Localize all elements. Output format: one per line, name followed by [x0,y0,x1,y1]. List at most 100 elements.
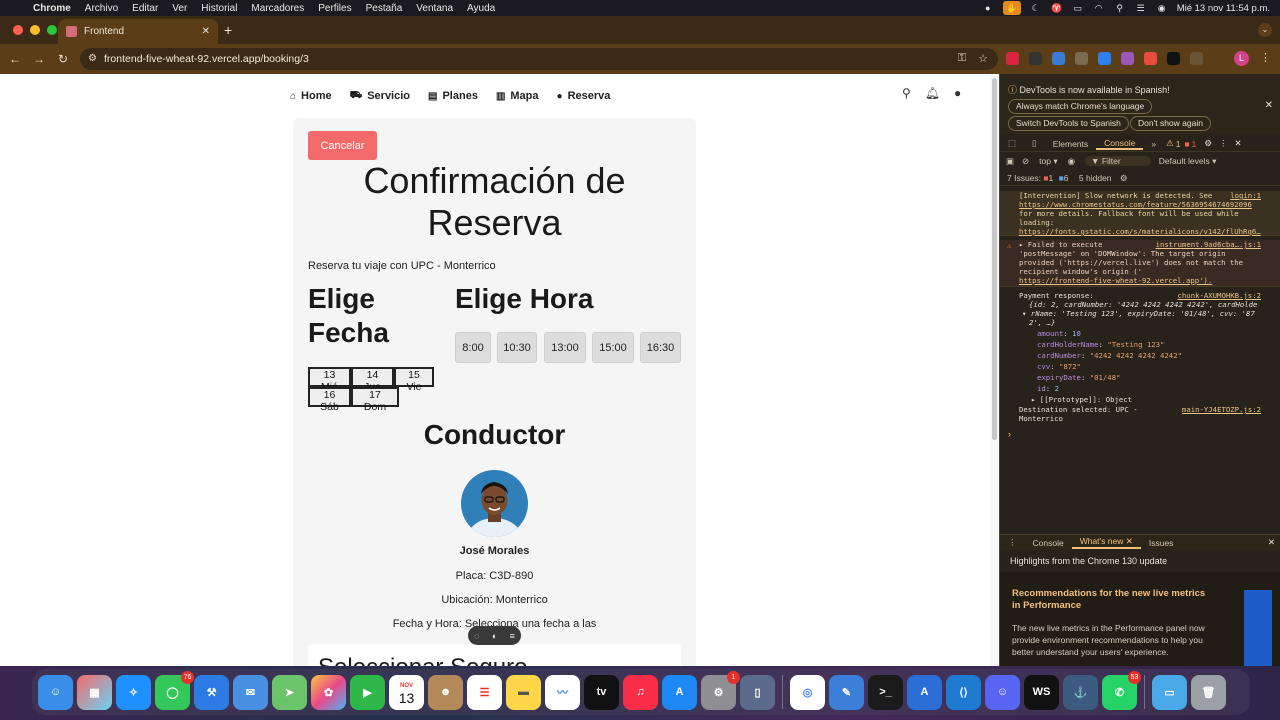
nav-servicio[interactable]: ⛟ Servicio [350,88,410,104]
object-field[interactable]: amount: 10 [1019,329,1277,338]
youtube-extension-icon[interactable] [1006,52,1019,65]
whatsapp-icon[interactable]: ✆ 53 [1102,670,1141,710]
airplay-icon[interactable]: ♈ [1051,3,1063,13]
notes-icon[interactable]: ▬ [506,674,541,710]
extension-icon[interactable] [1075,52,1088,65]
sidebar-toggle-icon[interactable]: ▣ [1006,156,1014,167]
date-option[interactable]: 17 Dom [351,387,399,413]
back-icon[interactable]: ← [3,52,27,66]
close-window-icon[interactable] [13,25,23,35]
console-prompt[interactable]: › [1008,429,1011,439]
url-text[interactable]: frontend-five-wheat-92.vercel.app/bookin… [104,53,309,65]
clear-console-icon[interactable]: ⊘ [1022,156,1029,167]
drawer-menu-icon[interactable]: ⋮ [1000,537,1025,548]
discord-icon[interactable]: ☺ [985,674,1020,710]
menu-pestana[interactable]: Pestaña [359,3,410,14]
extension-icon[interactable] [1144,52,1157,65]
close-tab-icon[interactable]: ✕ [202,26,210,37]
context-select[interactable]: top ▾ [1039,156,1057,167]
messages-icon[interactable]: ◯ 76 [155,670,194,710]
browser-tab-frontend[interactable]: Frontend ✕ [58,19,218,44]
search-icon[interactable]: ⚲ [902,86,911,100]
maps-icon[interactable]: ➤ [272,674,307,710]
whats-new-title[interactable]: Recommendations for the new live metrics… [1012,588,1212,612]
log-levels-select[interactable]: Default levels ▾ [1159,156,1217,167]
chrome-menu-icon[interactable]: ⋮ [1260,51,1271,64]
devtools-menu-icon[interactable]: ⋮ [1219,138,1228,149]
extension-icon[interactable] [1167,52,1180,65]
menu-chrome[interactable]: Chrome [26,3,78,14]
xcode-icon[interactable]: ⚒ [194,674,229,710]
mail-icon[interactable]: ✉ [233,674,268,710]
log-source-link[interactable]: main-YJ4ETOZP.js:2 [1182,405,1261,414]
scrollbar-thumb[interactable] [992,78,997,440]
log-link[interactable]: https://frontend-five-wheat-92.vercel.ap… [1019,276,1277,285]
record-icon[interactable]: ● [982,3,994,13]
close-devtools-icon[interactable]: ✕ [1234,138,1241,149]
close-drawer-icon[interactable]: ✕ [1268,537,1275,548]
maximize-window-icon[interactable] [47,25,57,35]
vscode-icon[interactable]: ⟨⟩ [946,674,981,710]
time-option[interactable]: 15:00 [592,332,634,363]
page-scrollbar[interactable] [990,74,999,666]
nav-mapa[interactable]: ▥ Mapa [496,88,539,104]
moon-icon[interactable]: ☾ [1030,3,1042,13]
date-option[interactable]: 13 Mié [308,367,351,393]
reminders-icon[interactable]: ☰ [467,674,502,710]
apple-tv-icon[interactable]: tv [584,674,619,710]
freeform-icon[interactable]: 〰 [545,674,580,710]
extension-icon[interactable] [1098,52,1111,65]
object-preview[interactable]: ▾ rName: 'Testing 123', expiryDate: '01/… [1019,309,1277,318]
time-option[interactable]: 13:00 [544,332,586,363]
object-prototype[interactable]: ▸ [[Prototype]]: Object [1019,395,1277,404]
minimize-window-icon[interactable] [30,25,40,35]
trash-icon[interactable]: 🗑︎ [1191,674,1226,710]
extension-icon[interactable] [1121,52,1134,65]
tab-search-icon[interactable]: ⌄ [1258,23,1272,37]
instruments-icon[interactable]: A [907,674,942,710]
reload-icon[interactable]: ↻ [51,52,75,66]
music-icon[interactable]: ♫ [623,674,658,710]
finder-icon[interactable]: ☺ [38,674,73,710]
nav-planes[interactable]: ▤ Planes [428,88,478,104]
siri-icon[interactable]: ◉ [1156,3,1168,13]
dont-show-again-button[interactable]: Don't show again [1130,116,1211,131]
notifications-bell-icon[interactable]: 🔔︎ [925,86,940,100]
menu-icon[interactable]: ≡ [510,631,515,641]
bookmark-star-icon[interactable]: ☆ [978,52,988,65]
webstorm-icon[interactable]: WS [1024,674,1059,710]
menu-editar[interactable]: Editar [125,3,165,14]
extensions-puzzle-icon[interactable] [1190,52,1203,65]
object-field[interactable]: id: 2 [1019,384,1277,393]
date-option[interactable]: 15 Vie [394,367,434,393]
contacts-icon[interactable]: ☻ [428,674,463,710]
time-option[interactable]: 16:30 [640,332,681,363]
object-field[interactable]: cardHolderName: "Testing 123" [1019,340,1277,349]
issues-bar[interactable]: 7 Issues: ■1 ■6 5 hidden ⚙ [1000,170,1280,186]
search-icon[interactable]: ⚲ [1114,3,1126,13]
mysql-workbench-icon[interactable]: ⚓ [1063,674,1098,710]
inspect-icon[interactable]: ⬚ [1000,138,1024,149]
drawer-tab-console[interactable]: Console [1025,538,1072,548]
log-link[interactable]: https://fonts.gstatic.com/s/materialicon… [1019,227,1277,236]
new-tab-icon[interactable]: + [224,22,232,38]
nav-reserva[interactable]: ● Reserva [557,88,611,104]
object-field[interactable]: cardNumber: "4242 4242 4242 4242" [1019,351,1277,360]
menu-ayuda[interactable]: Ayuda [460,3,502,14]
drawer-tab-issues[interactable]: Issues [1141,538,1182,548]
log-source-link[interactable]: chunk-AXUMOHKB.js:2 [1178,291,1261,300]
launchpad-icon[interactable]: ▦ [77,674,112,710]
extension-icon[interactable] [1029,52,1042,65]
error-count[interactable]: 1 [1192,139,1197,149]
battery-icon[interactable]: ▭ [1072,3,1084,13]
cancel-button[interactable]: Cancelar [308,131,377,160]
switch-spanish-button[interactable]: Switch DevTools to Spanish [1008,116,1129,131]
photos-icon[interactable]: ✿ [311,674,346,710]
account-icon[interactable]: ● [954,86,961,100]
password-key-icon[interactable]: ⚿ [958,52,966,65]
menu-perfiles[interactable]: Perfiles [311,3,358,14]
menu-bar-clock[interactable]: Mié 13 nov 11:54 p.m. [1177,3,1270,14]
time-option[interactable]: 8:00 [455,332,491,363]
device-toolbar-icon[interactable]: ▯ [1024,138,1045,149]
calendar-icon[interactable]: NOV 13 [389,674,424,710]
